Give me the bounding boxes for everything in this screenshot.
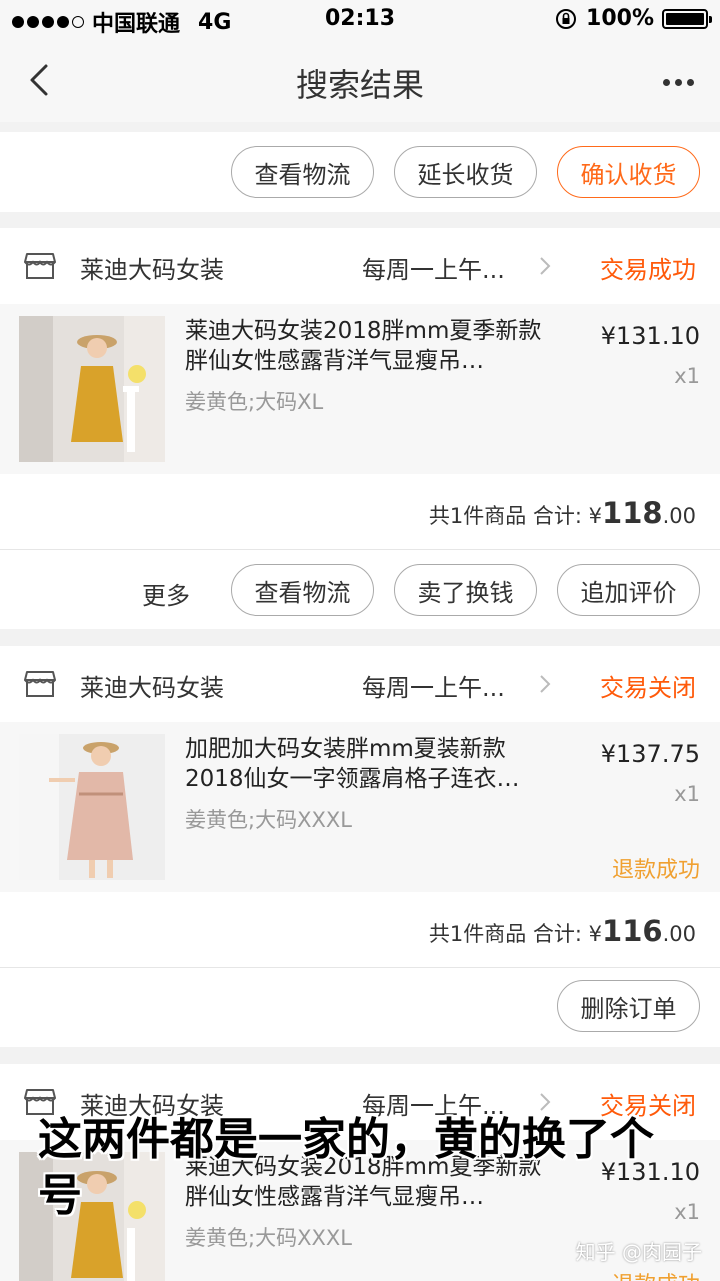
shop-icon <box>24 671 56 697</box>
sell-for-cash-button[interactable]: 卖了换钱 <box>394 564 537 616</box>
view-logistics-button[interactable]: 查看物流 <box>231 564 374 616</box>
shop-name: 莱迪大码女装 <box>80 256 224 284</box>
extend-receipt-button[interactable]: 延长收货 <box>394 146 537 198</box>
product-sku: 姜黄色;大码XXXL <box>185 808 352 832</box>
product-row[interactable]: 莱迪大码女装2018胖mm夏季新款胖仙女性感露背洋气显瘦吊… 姜黄色;大码XL … <box>0 304 720 474</box>
summary-label: 共1件商品 合计: <box>428 922 582 946</box>
product-quantity: x1 <box>674 364 700 388</box>
add-review-button[interactable]: 追加评价 <box>557 564 700 616</box>
product-price: ¥131.10 <box>600 322 700 350</box>
order-status: 交易成功 <box>600 256 696 284</box>
product-thumbnail <box>19 734 165 880</box>
shop-hours: 每周一上午... <box>362 256 505 284</box>
battery-icon <box>662 8 712 29</box>
summary-currency: ¥ <box>588 504 603 528</box>
product-title: 莱迪大码女装2018胖mm夏季新款胖仙女性感露背洋气显瘦吊… <box>185 318 542 374</box>
battery-percent: 100% <box>586 6 654 31</box>
nav-bar: 搜索结果 <box>0 40 720 122</box>
product-sku: 姜黄色;大码XXXL <box>185 1226 352 1250</box>
summary-decimals: .00 <box>662 922 696 946</box>
divider <box>0 967 720 968</box>
status-right: 100% <box>554 6 712 31</box>
watermark: 知乎 @肉园子 <box>575 1240 702 1264</box>
product-title: 加肥加大码女装胖mm夏装新款2018仙女一字领露肩格子连衣… <box>185 736 520 792</box>
product-sku: 姜黄色;大码XL <box>185 390 324 414</box>
shop-hours: 每周一上午... <box>362 674 505 702</box>
order-card: 莱迪大码女装 每周一上午... 交易关闭 加肥加大码女装胖mm夏装新款2018仙… <box>0 646 720 1047</box>
product-price: ¥137.75 <box>600 740 700 768</box>
shop-header[interactable]: 莱迪大码女装 每周一上午... 交易成功 <box>0 228 720 304</box>
summary-currency: ¥ <box>588 922 603 946</box>
delete-order-button[interactable]: 删除订单 <box>557 980 700 1032</box>
order-card: 莱迪大码女装 每周一上午... 交易成功 莱迪大码女装2018胖mm夏季新款胖仙… <box>0 228 720 629</box>
chevron-right-icon <box>540 675 551 693</box>
product-quantity: x1 <box>674 782 700 806</box>
product-row[interactable]: 加肥加大码女装胖mm夏装新款2018仙女一字领露肩格子连衣… 姜黄色;大码XXX… <box>0 722 720 892</box>
summary-label: 共1件商品 合计: <box>428 504 582 528</box>
view-logistics-button[interactable]: 查看物流 <box>231 146 374 198</box>
shop-name: 莱迪大码女装 <box>80 674 224 702</box>
more-actions-button[interactable]: 更多 <box>142 576 190 611</box>
shop-icon <box>24 253 56 279</box>
more-icon[interactable] <box>658 62 698 102</box>
refund-status: 退款成功 <box>612 1267 700 1281</box>
rotation-lock-icon <box>556 8 577 29</box>
order-summary: 共1件商品 合计: ¥118.00 <box>429 496 696 530</box>
status-bar: 中国联通 4G 02:13 100% <box>0 0 720 40</box>
divider <box>0 549 720 550</box>
overlay-caption: 这两件都是一家的，黄的换了个号 <box>38 1114 654 1221</box>
product-quantity: x1 <box>674 1200 700 1224</box>
confirm-receipt-button[interactable]: 确认收货 <box>557 146 700 198</box>
chevron-right-icon <box>540 257 551 275</box>
order-summary: 共1件商品 合计: ¥116.00 <box>429 914 696 948</box>
summary-total: 118 <box>602 496 663 530</box>
order-card-partial: 查看物流 延长收货 确认收货 <box>0 132 720 212</box>
shop-header[interactable]: 莱迪大码女装 每周一上午... 交易关闭 <box>0 646 720 722</box>
refund-status: 退款成功 <box>611 858 700 883</box>
summary-decimals: .00 <box>662 504 696 528</box>
product-thumbnail <box>19 316 165 462</box>
summary-total: 116 <box>602 914 663 948</box>
chevron-right-icon <box>540 1093 551 1111</box>
order-status: 交易关闭 <box>600 674 696 702</box>
page-title: 搜索结果 <box>295 66 424 104</box>
